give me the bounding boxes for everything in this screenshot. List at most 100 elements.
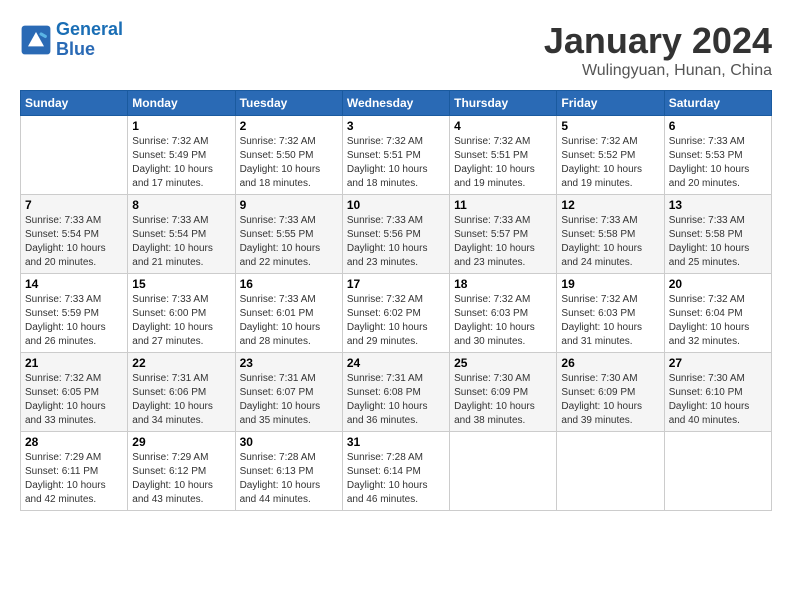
day-number: 31 bbox=[347, 435, 445, 449]
day-number: 22 bbox=[132, 356, 230, 370]
day-info: Sunrise: 7:33 AMSunset: 5:59 PMDaylight:… bbox=[25, 293, 123, 349]
calendar-week-row: 7Sunrise: 7:33 AMSunset: 5:54 PMDaylight… bbox=[21, 195, 772, 274]
logo: General Blue bbox=[20, 20, 123, 60]
day-number: 24 bbox=[347, 356, 445, 370]
calendar-cell bbox=[450, 432, 557, 511]
day-number: 21 bbox=[25, 356, 123, 370]
day-info: Sunrise: 7:31 AMSunset: 6:08 PMDaylight:… bbox=[347, 372, 445, 428]
day-info: Sunrise: 7:31 AMSunset: 6:06 PMDaylight:… bbox=[132, 372, 230, 428]
day-number: 15 bbox=[132, 277, 230, 291]
day-info: Sunrise: 7:32 AMSunset: 5:49 PMDaylight:… bbox=[132, 135, 230, 191]
calendar-cell: 13 Sunrise: 7:33 AMSunset: 5:58 PMDayligh… bbox=[664, 195, 771, 274]
calendar-cell: 27Sunrise: 7:30 AMSunset: 6:10 PMDayligh… bbox=[664, 353, 771, 432]
calendar-cell: 26Sunrise: 7:30 AMSunset: 6:09 PMDayligh… bbox=[557, 353, 664, 432]
day-info: Sunrise: 7:33 AMSunset: 5:58 PMDaylight:… bbox=[561, 214, 659, 270]
day-info: Sunrise: 7:30 AMSunset: 6:09 PMDaylight:… bbox=[561, 372, 659, 428]
page-header: General Blue January 2024 Wulingyuan, Hu… bbox=[20, 20, 772, 80]
day-info: Sunrise: 7:32 AMSunset: 5:52 PMDaylight:… bbox=[561, 135, 659, 191]
day-info: Sunrise: 7:33 AMSunset: 5:53 PMDaylight:… bbox=[669, 135, 767, 191]
day-number: 19 bbox=[561, 277, 659, 291]
day-number: 29 bbox=[132, 435, 230, 449]
day-of-week-header: Tuesday bbox=[235, 91, 342, 116]
day-info: Sunrise: 7:30 AMSunset: 6:09 PMDaylight:… bbox=[454, 372, 552, 428]
day-number: 6 bbox=[669, 119, 767, 133]
day-number: 17 bbox=[347, 277, 445, 291]
day-number: 1 bbox=[132, 119, 230, 133]
calendar-cell: 4 Sunrise: 7:32 AMSunset: 5:51 PMDaylight… bbox=[450, 116, 557, 195]
day-number: 27 bbox=[669, 356, 767, 370]
calendar-cell: 8 Sunrise: 7:33 AMSunset: 5:54 PMDaylight… bbox=[128, 195, 235, 274]
day-number: 8 bbox=[132, 198, 230, 212]
day-info: Sunrise: 7:32 AMSunset: 6:05 PMDaylight:… bbox=[25, 372, 123, 428]
day-info: Sunrise: 7:29 AMSunset: 6:12 PMDaylight:… bbox=[132, 451, 230, 507]
calendar-cell: 30 Sunrise: 7:28 AMSunset: 6:13 PMDayligh… bbox=[235, 432, 342, 511]
day-number: 4 bbox=[454, 119, 552, 133]
day-number: 3 bbox=[347, 119, 445, 133]
calendar-cell: 15 Sunrise: 7:33 AMSunset: 6:00 PMDayligh… bbox=[128, 274, 235, 353]
calendar-week-row: 21 Sunrise: 7:32 AMSunset: 6:05 PMDayligh… bbox=[21, 353, 772, 432]
day-info: Sunrise: 7:32 AMSunset: 5:51 PMDaylight:… bbox=[347, 135, 445, 191]
month-title: January 2024 bbox=[544, 20, 772, 62]
calendar-cell: 6 Sunrise: 7:33 AMSunset: 5:53 PMDaylight… bbox=[664, 116, 771, 195]
calendar-cell: 29 Sunrise: 7:29 AMSunset: 6:12 PMDayligh… bbox=[128, 432, 235, 511]
calendar-cell: 16Sunrise: 7:33 AMSunset: 6:01 PMDayligh… bbox=[235, 274, 342, 353]
day-number: 20 bbox=[669, 277, 767, 291]
day-of-week-header: Wednesday bbox=[342, 91, 449, 116]
calendar-cell: 28 Sunrise: 7:29 AMSunset: 6:11 PMDayligh… bbox=[21, 432, 128, 511]
day-number: 28 bbox=[25, 435, 123, 449]
day-info: Sunrise: 7:29 AMSunset: 6:11 PMDaylight:… bbox=[25, 451, 123, 507]
day-info: Sunrise: 7:32 AMSunset: 6:03 PMDaylight:… bbox=[454, 293, 552, 349]
calendar-cell: 19 Sunrise: 7:32 AMSunset: 6:03 PMDayligh… bbox=[557, 274, 664, 353]
calendar-cell bbox=[557, 432, 664, 511]
calendar-cell: 31 Sunrise: 7:28 AMSunset: 6:14 PMDayligh… bbox=[342, 432, 449, 511]
logo-line2: Blue bbox=[56, 39, 95, 59]
location: Wulingyuan, Hunan, China bbox=[544, 62, 772, 80]
calendar-cell bbox=[21, 116, 128, 195]
day-of-week-header: Friday bbox=[557, 91, 664, 116]
calendar-cell: 10 Sunrise: 7:33 AMSunset: 5:56 PMDayligh… bbox=[342, 195, 449, 274]
calendar-cell: 5 Sunrise: 7:32 AMSunset: 5:52 PMDaylight… bbox=[557, 116, 664, 195]
calendar-cell: 11Sunrise: 7:33 AMSunset: 5:57 PMDayligh… bbox=[450, 195, 557, 274]
day-number: 10 bbox=[347, 198, 445, 212]
day-number: 2 bbox=[240, 119, 338, 133]
calendar-week-row: 28 Sunrise: 7:29 AMSunset: 6:11 PMDayligh… bbox=[21, 432, 772, 511]
day-number: 12 bbox=[561, 198, 659, 212]
day-of-week-header: Monday bbox=[128, 91, 235, 116]
day-number: 23 bbox=[240, 356, 338, 370]
calendar-week-row: 14 Sunrise: 7:33 AMSunset: 5:59 PMDayligh… bbox=[21, 274, 772, 353]
day-info: Sunrise: 7:33 AMSunset: 6:00 PMDaylight:… bbox=[132, 293, 230, 349]
calendar-cell: 18 Sunrise: 7:32 AMSunset: 6:03 PMDayligh… bbox=[450, 274, 557, 353]
day-info: Sunrise: 7:28 AMSunset: 6:13 PMDaylight:… bbox=[240, 451, 338, 507]
calendar-cell: 21 Sunrise: 7:32 AMSunset: 6:05 PMDayligh… bbox=[21, 353, 128, 432]
day-info: Sunrise: 7:32 AMSunset: 6:03 PMDaylight:… bbox=[561, 293, 659, 349]
calendar-cell: 14 Sunrise: 7:33 AMSunset: 5:59 PMDayligh… bbox=[21, 274, 128, 353]
day-number: 11 bbox=[454, 198, 552, 212]
calendar-cell: 25 Sunrise: 7:30 AMSunset: 6:09 PMDayligh… bbox=[450, 353, 557, 432]
day-of-week-header: Thursday bbox=[450, 91, 557, 116]
day-number: 16 bbox=[240, 277, 338, 291]
day-number: 5 bbox=[561, 119, 659, 133]
day-number: 30 bbox=[240, 435, 338, 449]
day-info: Sunrise: 7:32 AMSunset: 6:02 PMDaylight:… bbox=[347, 293, 445, 349]
calendar-cell: 2Sunrise: 7:32 AMSunset: 5:50 PMDaylight… bbox=[235, 116, 342, 195]
day-number: 14 bbox=[25, 277, 123, 291]
calendar-cell bbox=[664, 432, 771, 511]
day-info: Sunrise: 7:32 AMSunset: 5:51 PMDaylight:… bbox=[454, 135, 552, 191]
calendar-cell: 3 Sunrise: 7:32 AMSunset: 5:51 PMDaylight… bbox=[342, 116, 449, 195]
day-of-week-header: Sunday bbox=[21, 91, 128, 116]
logo-text: General Blue bbox=[56, 20, 123, 60]
day-info: Sunrise: 7:33 AMSunset: 5:55 PMDaylight:… bbox=[240, 214, 338, 270]
day-number: 25 bbox=[454, 356, 552, 370]
calendar-table: SundayMondayTuesdayWednesdayThursdayFrid… bbox=[20, 90, 772, 511]
day-number: 18 bbox=[454, 277, 552, 291]
day-info: Sunrise: 7:32 AMSunset: 6:04 PMDaylight:… bbox=[669, 293, 767, 349]
day-info: Sunrise: 7:33 AMSunset: 5:54 PMDaylight:… bbox=[132, 214, 230, 270]
day-info: Sunrise: 7:28 AMSunset: 6:14 PMDaylight:… bbox=[347, 451, 445, 507]
calendar-cell: 24 Sunrise: 7:31 AMSunset: 6:08 PMDayligh… bbox=[342, 353, 449, 432]
day-info: Sunrise: 7:33 AMSunset: 5:54 PMDaylight:… bbox=[25, 214, 123, 270]
day-number: 9 bbox=[240, 198, 338, 212]
day-number: 13 bbox=[669, 198, 767, 212]
calendar-cell: 17 Sunrise: 7:32 AMSunset: 6:02 PMDayligh… bbox=[342, 274, 449, 353]
day-info: Sunrise: 7:33 AMSunset: 5:58 PMDaylight:… bbox=[669, 214, 767, 270]
day-info: Sunrise: 7:33 AMSunset: 5:56 PMDaylight:… bbox=[347, 214, 445, 270]
